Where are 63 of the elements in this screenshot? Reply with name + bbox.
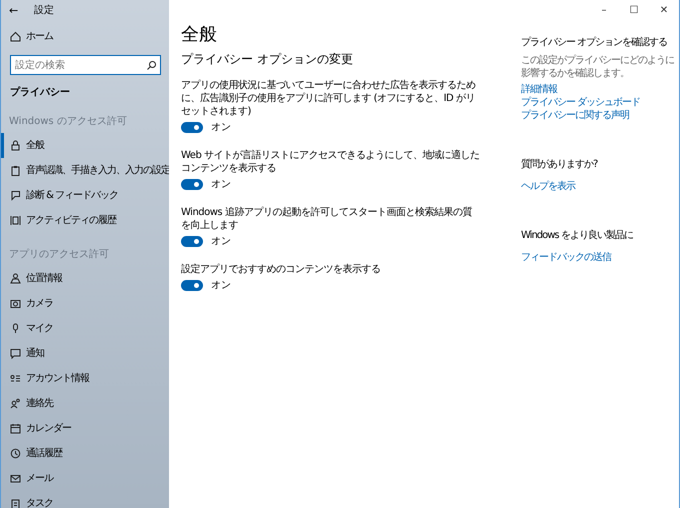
option-description: 設定アプリでおすすめのコンテンツを表示する — [181, 262, 382, 276]
aside-heading: Windows をより良い製品に — [521, 229, 634, 242]
clipboard-icon — [10, 165, 21, 176]
page-title: 全般 — [181, 24, 218, 46]
link[interactable]: フィードバックの送信 — [521, 251, 677, 264]
sidebar-item[interactable]: 通話履歴 — [1, 441, 169, 466]
sidebar-item[interactable]: アカウント情報 — [1, 366, 169, 391]
option-description: アプリの使用状況に基づいてユーザーに合わせた広告を表示するために、広告識別子の使用をアプリに許可します (オフにすると、ID がリセットされます) — [181, 78, 476, 118]
aside-heading: プライバシー オプションを確認する — [521, 36, 668, 49]
sidebar-item[interactable]: マイク — [1, 316, 169, 341]
account-card-icon — [10, 373, 21, 384]
sidebar-item[interactable]: 通知 — [1, 341, 169, 366]
timeline-icon — [10, 215, 21, 226]
toggle-state: オン — [211, 278, 231, 293]
sidebar-item[interactable]: タスク — [1, 491, 169, 508]
clock-icon — [10, 448, 21, 459]
clipboard-icon — [10, 498, 21, 508]
chat-icon — [10, 348, 21, 359]
toggle-state: オン — [211, 178, 231, 192]
group-heading: Windows のアクセス許可 — [8, 114, 128, 129]
sidebar-item[interactable]: アクティビティの履歴 — [1, 208, 169, 233]
sidebar-item[interactable]: 位置情報 — [1, 266, 169, 291]
window-title: 設定 — [34, 4, 54, 18]
option-description: Windows 追跡アプリの起動を許可してスタート画面と検索結果の質を向上します — [181, 206, 473, 232]
sidebar-item[interactable]: カレンダー — [1, 416, 169, 441]
search-icon — [146, 60, 157, 71]
toggle-state: オン — [211, 234, 231, 249]
feedback-icon — [10, 190, 21, 201]
microphone-icon — [10, 323, 21, 334]
link[interactable]: プライバシー ダッシュボード — [521, 96, 677, 109]
link[interactable]: 詳細情報 — [521, 83, 677, 96]
toggle-switch[interactable] — [181, 178, 203, 190]
toggle-switch[interactable] — [181, 122, 203, 133]
sidebar-item[interactable]: 連絡先 — [1, 391, 169, 416]
aside-heading: 質問がありますか? — [521, 158, 599, 171]
option-description: Web サイトが言語リストにアクセスできるようにして、地域に適したコンテンツを表示する — [181, 148, 480, 175]
toggle-state: オン — [211, 120, 231, 135]
maximize-button[interactable]: ☐ — [619, 0, 649, 20]
sidebar-item[interactable]: カメラ — [1, 291, 169, 316]
section-title: プライバシー — [9, 85, 71, 100]
home-item[interactable]: ホーム — [1, 24, 169, 49]
camera-icon — [10, 298, 21, 309]
link[interactable]: ヘルプを表示 — [521, 180, 677, 193]
toggle-switch[interactable] — [181, 280, 203, 291]
person-pin-icon — [10, 273, 21, 284]
toggle-switch[interactable] — [181, 236, 203, 247]
contacts-icon — [10, 398, 21, 409]
section-heading: プライバシー オプションの変更 — [181, 52, 354, 66]
link[interactable]: プライバシーに関する声明 — [521, 109, 677, 122]
group-heading: アプリのアクセス許可 — [8, 248, 110, 262]
sidebar-item[interactable]: 音声認識、手描き入力、入力の設定 — [1, 158, 169, 183]
calendar-icon — [10, 423, 21, 434]
sidebar-item[interactable]: メール — [1, 466, 169, 491]
search-field[interactable]: 設定の検索 — [10, 55, 161, 75]
sidebar-item[interactable]: 全般 — [1, 133, 169, 158]
minimize-button[interactable]: – — [589, 0, 619, 20]
close-button[interactable]: ✕ — [649, 0, 679, 20]
home-icon — [10, 31, 21, 42]
sidebar-item[interactable]: 診断 & フィードバック — [1, 183, 169, 208]
lock-icon — [10, 140, 21, 151]
back-button[interactable]: ← — [7, 4, 20, 16]
mail-icon — [10, 473, 21, 484]
aside-description: この設定がプライバシーにどのように影響するかを確認します。 — [521, 54, 675, 80]
